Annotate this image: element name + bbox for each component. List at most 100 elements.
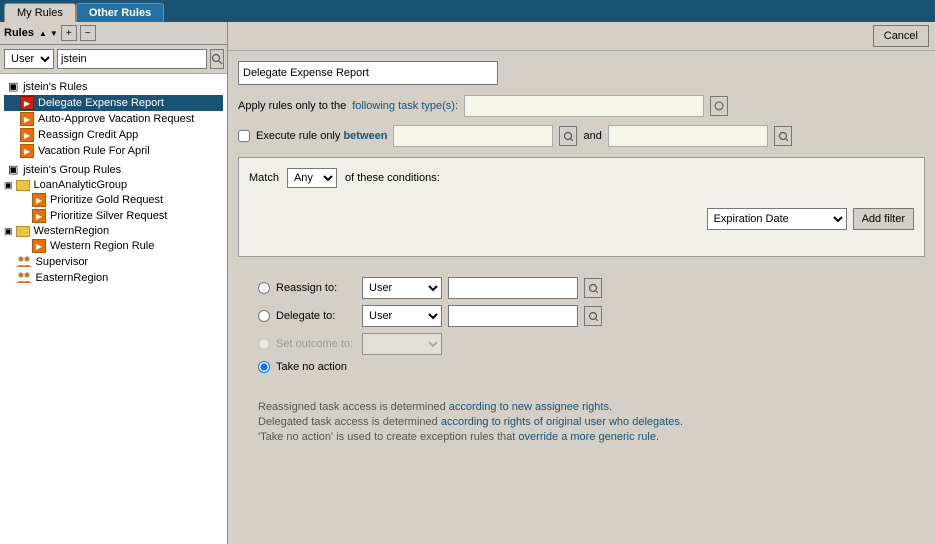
execute-rule-row: Execute rule only between and — [238, 125, 925, 147]
add-filter-button[interactable]: Add filter — [853, 208, 914, 230]
reassign-browse-button[interactable] — [584, 278, 602, 298]
rule-icon-orange: ▶ — [32, 239, 46, 253]
browse-icon — [778, 131, 788, 141]
set-outcome-radio[interactable] — [258, 338, 270, 350]
tree-group-loan[interactable]: ▣ LoanAnalyticGroup — [4, 178, 223, 192]
expander-icon: ▣ — [4, 226, 13, 237]
rule-name-input[interactable] — [238, 61, 498, 85]
tree-group-western[interactable]: ▣ WesternRegion — [4, 224, 223, 238]
conditions-suffix-label: of these conditions: — [345, 172, 440, 184]
match-label: Match — [249, 172, 279, 184]
browse-icon — [588, 283, 598, 293]
take-no-action-label: Take no action — [276, 361, 356, 373]
apply-label: Apply rules only to the — [238, 100, 346, 112]
right-toolbar: Cancel — [228, 22, 935, 51]
take-no-action-radio[interactable] — [258, 361, 270, 373]
conditions-match-row: Match Any All of these conditions: — [249, 168, 914, 188]
reassign-row: Reassign to: User — [258, 277, 905, 299]
and-label: and — [583, 130, 601, 142]
loan-group-label: LoanAnalyticGroup — [34, 179, 128, 191]
rule-icon-orange: ▶ — [32, 193, 46, 207]
tree-item-auto-approve[interactable]: ▶ Auto-Approve Vacation Request — [4, 111, 223, 127]
between-start-browse-button[interactable] — [559, 126, 577, 146]
rule-icon-orange: ▶ — [20, 128, 34, 142]
delegate-type-select[interactable]: User — [362, 305, 442, 327]
info-line-1: Reassigned task access is determined acc… — [258, 401, 905, 413]
browse-icon — [588, 311, 598, 321]
info-link-3[interactable]: override a more generic rule. — [518, 431, 659, 443]
delegate-value-input[interactable] — [448, 305, 578, 327]
set-outcome-row: Set outcome to: — [258, 333, 905, 355]
tree-item-reassign-credit[interactable]: ▶ Reassign Credit App — [4, 127, 223, 143]
expander-icon: ▣ — [8, 163, 20, 176]
action-section: Reassign to: User Delegate to: — [238, 269, 925, 387]
info-line-3: 'Take no action' is used to create excep… — [258, 431, 905, 443]
sort-up-icon[interactable]: ▲ — [39, 29, 47, 38]
search-row: User Go — [0, 45, 227, 74]
set-outcome-label: Set outcome to: — [276, 338, 356, 350]
search-input[interactable] — [57, 49, 207, 69]
task-type-browse-button[interactable]: ... — [710, 96, 728, 116]
tree-item-supervisor[interactable]: ▣ Supervisor — [4, 254, 223, 270]
info-link-1[interactable]: according to new assignee rights. — [449, 401, 612, 413]
tree-section-group-rules[interactable]: ▣ jstein's Group Rules — [4, 163, 223, 176]
tree-item-label: Delegate Expense Report — [38, 97, 164, 109]
browse-icon — [563, 131, 573, 141]
tab-bar: My Rules Other Rules — [0, 0, 935, 22]
between-end-input[interactable] — [608, 125, 768, 147]
search-icon-button[interactable] — [210, 49, 224, 69]
delegate-radio[interactable] — [258, 310, 270, 322]
between-end-browse-button[interactable] — [774, 126, 792, 146]
rule-icon-orange: ▶ — [20, 112, 34, 126]
tree-item-delegate-expense[interactable]: ▶ Delegate Expense Report — [4, 95, 223, 111]
tab-my-rules[interactable]: My Rules — [4, 3, 76, 22]
sort-down-icon[interactable]: ▼ — [50, 29, 58, 38]
browse-icon: ... — [714, 101, 724, 111]
jstein-rules-label: jstein's Rules — [23, 81, 87, 93]
tree-item-label: Prioritize Silver Request — [50, 210, 167, 222]
tree-item-label: Auto-Approve Vacation Request — [38, 113, 194, 125]
execute-label: Execute rule only between — [256, 130, 387, 142]
filter-select[interactable]: Expiration Date Task Name Priority Creat… — [707, 208, 847, 230]
info-link-2[interactable]: according to rights of original user who… — [441, 416, 683, 428]
take-no-action-row: Take no action — [258, 361, 905, 373]
tab-other-rules[interactable]: Other Rules — [76, 3, 164, 22]
supervisor-label: Supervisor — [36, 256, 89, 268]
rule-icon-orange: ▶ — [32, 209, 46, 223]
reassign-type-select[interactable]: User — [362, 277, 442, 299]
conditions-filter-row: Expiration Date Task Name Priority Creat… — [249, 208, 914, 230]
conditions-box: Match Any All of these conditions: Expir… — [238, 157, 925, 257]
remove-rule-button[interactable]: − — [80, 25, 96, 41]
folder-icon — [16, 180, 30, 191]
execute-rule-checkbox[interactable] — [238, 130, 250, 142]
apply-rules-row: Apply rules only to the following task t… — [238, 95, 925, 117]
rules-toolbar: Rules ▲ ▼ + − — [0, 22, 227, 45]
tree-item-eastern[interactable]: ▣ EasternRegion — [4, 270, 223, 286]
tree-item-western-region-rule[interactable]: ▶ Western Region Rule — [4, 238, 223, 254]
rules-label: Rules — [4, 27, 34, 39]
tree-section-jstein-rules[interactable]: ▣ jstein's Rules — [4, 80, 223, 93]
tree-item-label: Prioritize Gold Request — [50, 194, 163, 206]
reassign-value-input[interactable] — [448, 277, 578, 299]
tree-item-label: Western Region Rule — [50, 240, 154, 252]
reassign-radio[interactable] — [258, 282, 270, 294]
right-panel: Cancel Apply rules only to the following… — [228, 22, 935, 544]
cancel-button[interactable]: Cancel — [873, 25, 929, 47]
tree-item-silver-request[interactable]: ▶ Prioritize Silver Request — [4, 208, 223, 224]
tree-item-vacation-april[interactable]: ▶ Vacation Rule For April — [4, 143, 223, 159]
tree-item-label: Reassign Credit App — [38, 129, 138, 141]
people-icon — [16, 255, 32, 269]
task-type-input[interactable] — [464, 95, 704, 117]
western-group-label: WesternRegion — [34, 225, 110, 237]
match-select[interactable]: Any All — [287, 168, 337, 188]
delegate-browse-button[interactable] — [584, 306, 602, 326]
info-line-2: Delegated task access is determined acco… — [258, 416, 905, 428]
tree-container: ▣ jstein's Rules ▶ Delegate Expense Repo… — [0, 74, 227, 544]
set-outcome-select[interactable] — [362, 333, 442, 355]
add-rule-button[interactable]: + — [61, 25, 77, 41]
user-type-select[interactable]: User — [4, 49, 54, 69]
left-panel: Rules ▲ ▼ + − User Go ▣ — [0, 22, 228, 544]
tree-item-gold-request[interactable]: ▶ Prioritize Gold Request — [4, 192, 223, 208]
between-start-input[interactable] — [393, 125, 553, 147]
main-container: Rules ▲ ▼ + − User Go ▣ — [0, 22, 935, 544]
